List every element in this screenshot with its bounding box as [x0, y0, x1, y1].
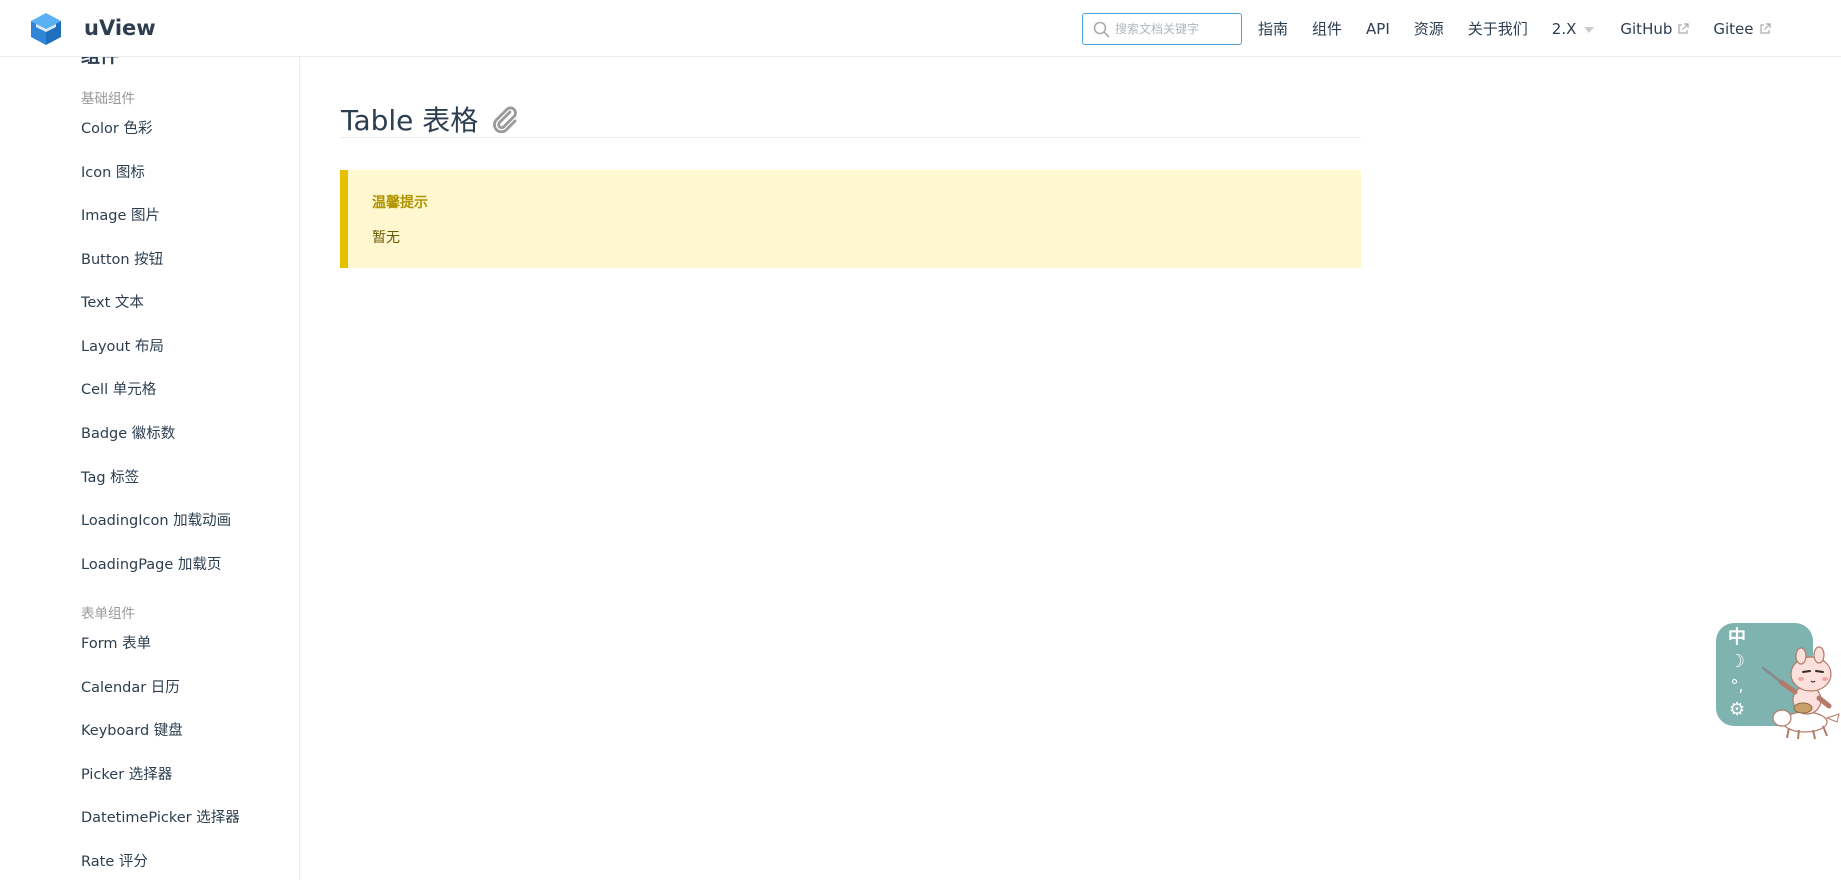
punctuation-toggle-button[interactable]: °, — [1726, 675, 1748, 697]
tip-container: 温馨提示 暂无 — [340, 170, 1361, 268]
language-toggle-button[interactable]: 中 — [1726, 627, 1748, 649]
sidebar-item-image[interactable]: Image 图片 — [81, 204, 160, 225]
sidebar-item-text[interactable]: Text 文本 — [81, 291, 144, 312]
sidebar-item-datetimepicker[interactable]: DatetimePicker 选择器 — [81, 806, 240, 827]
search-box[interactable] — [1082, 13, 1242, 45]
sidebar-item-picker[interactable]: Picker 选择器 — [81, 763, 172, 784]
title-divider — [340, 137, 1361, 138]
sidebar-item-calendar[interactable]: Calendar 日历 — [81, 676, 180, 697]
sidebar-item-keyboard[interactable]: Keyboard 键盘 — [81, 719, 183, 740]
gear-icon[interactable]: ⚙ — [1726, 699, 1748, 721]
sidebar-item-form[interactable]: Form 表单 — [81, 632, 151, 653]
sidebar-item-rate[interactable]: Rate 评分 — [81, 850, 148, 871]
nav-link-guide[interactable]: 指南 — [1258, 18, 1288, 39]
paperclip-icon[interactable] — [489, 104, 521, 136]
external-link-icon — [1678, 22, 1689, 34]
sidebar-item-icon[interactable]: Icon 图标 — [81, 161, 145, 182]
nav-link-api[interactable]: API — [1366, 20, 1390, 38]
tip-text: 暂无 — [372, 230, 400, 246]
nav-link-gitee[interactable]: Gitee — [1713, 20, 1771, 38]
sidebar-item-cell[interactable]: Cell 单元格 — [81, 378, 156, 399]
sidebar-item-button[interactable]: Button 按钮 — [81, 248, 163, 269]
sidebar-group-basic: 基础组件 — [81, 91, 135, 107]
sidebar-item-layout[interactable]: Layout 布局 — [81, 335, 164, 356]
chevron-down-icon — [1584, 26, 1595, 33]
sidebar-item-color[interactable]: Color 色彩 — [81, 117, 152, 138]
nav-links: 指南 组件 API 资源 关于我们 2.X GitHub Gitee — [1258, 0, 1795, 57]
sidebar-group-form: 表单组件 — [81, 606, 135, 622]
nav-link-about[interactable]: 关于我们 — [1468, 18, 1528, 39]
nav-link-resources[interactable]: 资源 — [1414, 18, 1444, 39]
mascot-illustration — [1761, 646, 1840, 740]
dark-mode-moon-icon[interactable]: ☽ — [1726, 651, 1748, 673]
search-icon — [1093, 21, 1110, 38]
uview-logo-icon[interactable] — [30, 12, 62, 46]
navbar: uView 指南 组件 API 资源 关于我们 2.X GitHub Gitee — [0, 0, 1841, 57]
nav-link-components[interactable]: 组件 — [1312, 18, 1342, 39]
nav-link-github[interactable]: GitHub — [1620, 20, 1689, 38]
sidebar-item-tag[interactable]: Tag 标签 — [81, 466, 139, 487]
page-title: Table 表格 — [341, 104, 479, 137]
sidebar-item-badge[interactable]: Badge 徽标数 — [81, 422, 175, 443]
tip-title: 温馨提示 — [372, 195, 428, 211]
external-link-icon — [1759, 22, 1771, 34]
search-input[interactable] — [1115, 14, 1239, 44]
sidebar-item-loadingpage[interactable]: LoadingPage 加载页 — [81, 553, 221, 574]
sidebar[interactable]: 组件 基础组件 Color 色彩 Icon 图标 Image 图片 Button… — [0, 57, 300, 880]
version-dropdown[interactable]: 2.X — [1552, 20, 1595, 38]
sidebar-item-loadingicon[interactable]: LoadingIcon 加载动画 — [81, 509, 231, 530]
sidebar-section-heading[interactable]: 组件 — [81, 57, 119, 68]
site-name[interactable]: uView — [84, 16, 156, 40]
